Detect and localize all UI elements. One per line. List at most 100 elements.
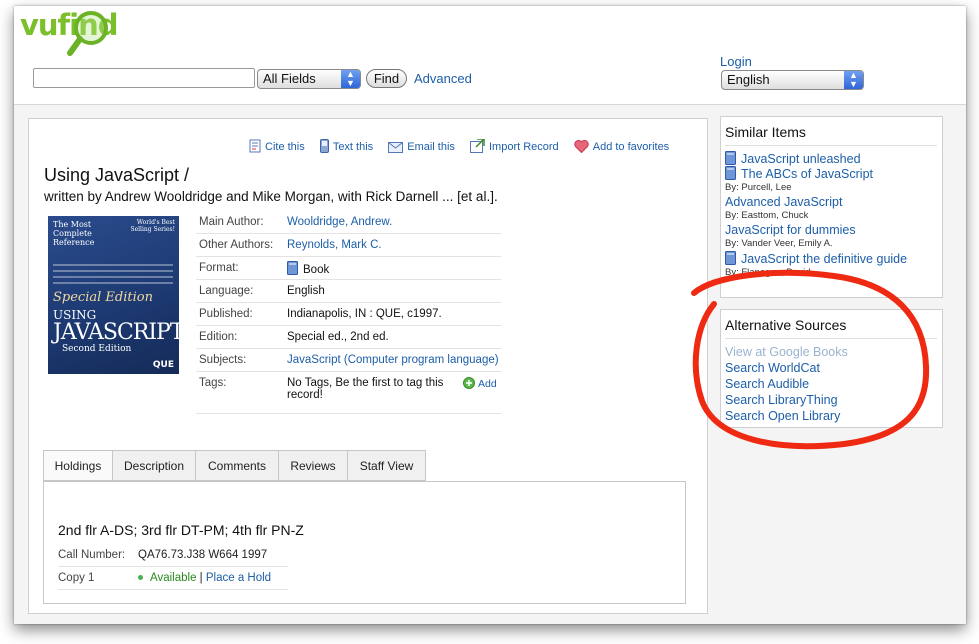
- detail-row: Other Authors: Reynolds, Mark C.: [196, 233, 501, 257]
- similar-item-link[interactable]: JavaScript the definitive guide: [741, 252, 907, 266]
- cover-tagline: The Most Complete Reference: [53, 220, 95, 247]
- book-icon: [725, 166, 736, 180]
- vufind-logo[interactable]: vufind: [20, 8, 130, 56]
- google-books-link[interactable]: View at Google Books: [725, 345, 848, 359]
- detail-row: Language: English: [196, 279, 501, 303]
- tab-comments[interactable]: Comments: [195, 450, 279, 481]
- audible-link[interactable]: Search Audible: [725, 377, 809, 391]
- select-arrows-icon: ▲ ▼: [844, 71, 863, 89]
- record-toolbar: Cite this Text this Email this Import Re…: [249, 138, 681, 154]
- search-field-select[interactable]: All Fields ▲ ▼: [257, 69, 361, 89]
- tab-staff-view[interactable]: Staff View: [347, 450, 426, 481]
- browser-page: vufind All Fields ▲ ▼ Find Advanced Login…: [14, 6, 966, 624]
- detail-label: Subjects:: [196, 348, 287, 372]
- detail-label: Edition:: [196, 325, 287, 349]
- detail-label: Tags:: [196, 371, 287, 414]
- holdings-location: 2nd flr A-DS; 3rd flr DT-PM; 4th flr PN-…: [58, 522, 304, 538]
- place-hold-link[interactable]: Place a Hold: [206, 572, 271, 584]
- text-label: Text this: [332, 141, 374, 153]
- cover-second-edition: Second Edition: [62, 344, 132, 354]
- main-author-link[interactable]: Wooldridge, Andrew.: [287, 216, 392, 228]
- tab-reviews[interactable]: Reviews: [278, 450, 348, 481]
- search-field-value: All Fields: [263, 71, 316, 86]
- login-link[interactable]: Login: [720, 54, 752, 69]
- language-select[interactable]: English ▲ ▼: [721, 70, 864, 90]
- list-item: The ABCs of JavaScript By: Purcell, Lee: [725, 166, 907, 193]
- import-icon: [469, 138, 485, 153]
- heart-icon: [574, 140, 589, 154]
- similar-item-link[interactable]: The ABCs of JavaScript: [741, 167, 873, 181]
- cover-decoration: [53, 264, 173, 288]
- advanced-search-link[interactable]: Advanced: [414, 71, 472, 86]
- detail-row: Published: Indianapolis, IN : QUE, c1997…: [196, 302, 501, 326]
- detail-row: Format: Book: [196, 256, 501, 280]
- add-tag-label: Add: [478, 378, 497, 390]
- search-input[interactable]: [33, 68, 255, 88]
- alternative-sources-list: View at Google Books Search WorldCat Sea…: [725, 344, 848, 424]
- similar-item-link[interactable]: JavaScript unleashed: [741, 152, 861, 166]
- similar-items-list: JavaScript unleashed The ABCs of JavaScr…: [725, 151, 907, 280]
- text-this-link[interactable]: Text this: [319, 139, 374, 153]
- availability-status: Available: [150, 572, 197, 584]
- open-library-link[interactable]: Search Open Library: [725, 409, 840, 423]
- table-row: Call Number: QA76.73.J38 W664 1997: [58, 544, 288, 567]
- book-cover-image: The Most Complete Reference World's Best…: [48, 216, 179, 374]
- detail-row: Edition: Special ed., 2nd ed.: [196, 325, 501, 349]
- favorites-label: Add to favorites: [592, 141, 670, 153]
- librarything-link[interactable]: Search LibraryThing: [725, 393, 838, 407]
- tab-holdings[interactable]: Holdings: [43, 450, 113, 481]
- detail-label: Published:: [196, 302, 287, 326]
- select-arrows-icon: ▲ ▼: [341, 70, 360, 88]
- detail-label: Language:: [196, 279, 287, 303]
- email-this-link[interactable]: Email this: [388, 141, 455, 153]
- detail-label: Other Authors:: [196, 233, 287, 257]
- table-row: Copy 1 Available | Place a Hold: [58, 566, 288, 590]
- holdings-table: Call Number: QA76.73.J38 W664 1997 Copy …: [58, 544, 288, 590]
- phone-icon: [319, 139, 329, 153]
- record-panel: Cite this Text this Email this Import Re…: [28, 118, 708, 614]
- cite-this-link[interactable]: Cite this: [249, 139, 305, 153]
- detail-label: Format:: [196, 256, 287, 280]
- cover-special-edition: Special Edition: [53, 290, 153, 305]
- list-item: JavaScript unleashed: [725, 151, 907, 166]
- alternative-sources-title: Alternative Sources: [725, 317, 937, 339]
- similar-items-title: Similar Items: [725, 124, 937, 146]
- book-icon: [725, 251, 736, 265]
- edition-value: Special ed., 2nd ed.: [287, 325, 501, 349]
- status-dot-icon: [138, 575, 143, 580]
- import-record-link[interactable]: Import Record: [469, 138, 559, 153]
- separator: |: [199, 572, 203, 584]
- magnifier-icon: [67, 11, 108, 56]
- published-value: Indianapolis, IN : QUE, c1997.: [287, 302, 501, 326]
- subject-link[interactable]: JavaScript (Computer program language): [287, 354, 499, 366]
- format-value: Book: [303, 263, 330, 276]
- worldcat-link[interactable]: Search WorldCat: [725, 361, 820, 375]
- cite-label: Cite this: [265, 141, 305, 153]
- book-icon: [725, 151, 736, 165]
- similar-items-box: Similar Items JavaScript unleashed The A…: [720, 116, 943, 298]
- cover-badge: World's Best Selling Series!: [130, 219, 175, 233]
- detail-row: Main Author: Wooldridge, Andrew.: [196, 211, 501, 234]
- alternative-sources-box: Alternative Sources View at Google Books…: [720, 309, 943, 428]
- detail-label: Main Author:: [196, 211, 287, 234]
- language-value: English: [727, 72, 770, 87]
- cite-icon: [249, 139, 261, 153]
- tab-description[interactable]: Description: [112, 450, 196, 481]
- import-label: Import Record: [488, 141, 559, 153]
- copy-label: Copy 1: [58, 566, 138, 590]
- similar-item-author: By: Purcell, Lee: [725, 182, 792, 193]
- detail-row: Tags: No Tags, Be the first to tag this …: [196, 371, 501, 414]
- other-author-link[interactable]: Reynolds, Mark C.: [287, 239, 382, 251]
- record-details-table: Main Author: Wooldridge, Andrew. Other A…: [196, 211, 501, 414]
- add-favorites-link[interactable]: Add to favorites: [574, 140, 670, 154]
- similar-item-author: By: Vander Veer, Emily A.: [725, 238, 833, 249]
- add-tag-link[interactable]: Add: [463, 377, 497, 401]
- similar-item-link[interactable]: JavaScript for dummies: [725, 223, 856, 237]
- detail-row: Subjects: JavaScript (Computer program l…: [196, 348, 501, 372]
- find-button[interactable]: Find: [366, 69, 407, 88]
- tags-value: No Tags, Be the first to tag this record…: [287, 377, 444, 401]
- cover-publisher: QUE: [152, 360, 174, 370]
- similar-item-link[interactable]: Advanced JavaScript: [725, 195, 842, 209]
- list-item: JavaScript for dummies By: Vander Veer, …: [725, 223, 907, 249]
- call-number-value: QA76.73.J38 W664 1997: [138, 544, 288, 567]
